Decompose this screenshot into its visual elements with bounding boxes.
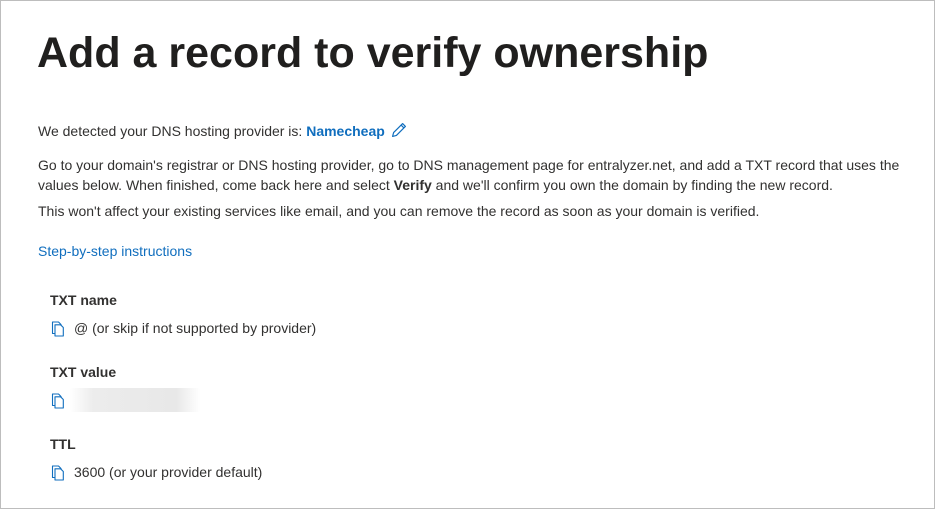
- copy-icon[interactable]: [50, 391, 66, 409]
- txt-value-redacted: [70, 388, 200, 412]
- txt-value-row: [50, 388, 200, 412]
- verify-keyword: Verify: [393, 176, 432, 193]
- txt-name-value: @ (or skip if not supported by provider): [74, 320, 317, 336]
- txt-name-row: @ (or skip if not supported by provider): [50, 318, 316, 338]
- ttl-value: 3600 (or your provider default): [74, 464, 263, 480]
- ttl-label: TTL: [50, 436, 76, 452]
- no-impact-note: This won't affect your existing services…: [38, 203, 760, 219]
- provider-name: Namecheap: [306, 123, 385, 139]
- copy-icon[interactable]: [50, 319, 66, 337]
- detected-provider-text: We detected your DNS hosting provider is…: [38, 123, 307, 139]
- copy-icon[interactable]: [50, 463, 66, 481]
- pencil-icon[interactable]: [391, 122, 407, 138]
- verify-ownership-panel: Add a record to verify ownership We dete…: [0, 0, 935, 509]
- instructions-paragraph: Go to your domain's registrar or DNS hos…: [38, 156, 918, 195]
- page-title: Add a record to verify ownership: [37, 29, 709, 77]
- instructions-text-end: and we'll confirm you own the domain by …: [431, 176, 833, 193]
- txt-value-label: TXT value: [50, 364, 117, 380]
- step-by-step-link[interactable]: Step-by-step instructions: [38, 241, 192, 261]
- ttl-row: 3600 (or your provider default): [50, 462, 262, 482]
- dns-provider-detection: We detected your DNS hosting provider is…: [38, 121, 407, 141]
- txt-name-label: TXT name: [50, 292, 117, 308]
